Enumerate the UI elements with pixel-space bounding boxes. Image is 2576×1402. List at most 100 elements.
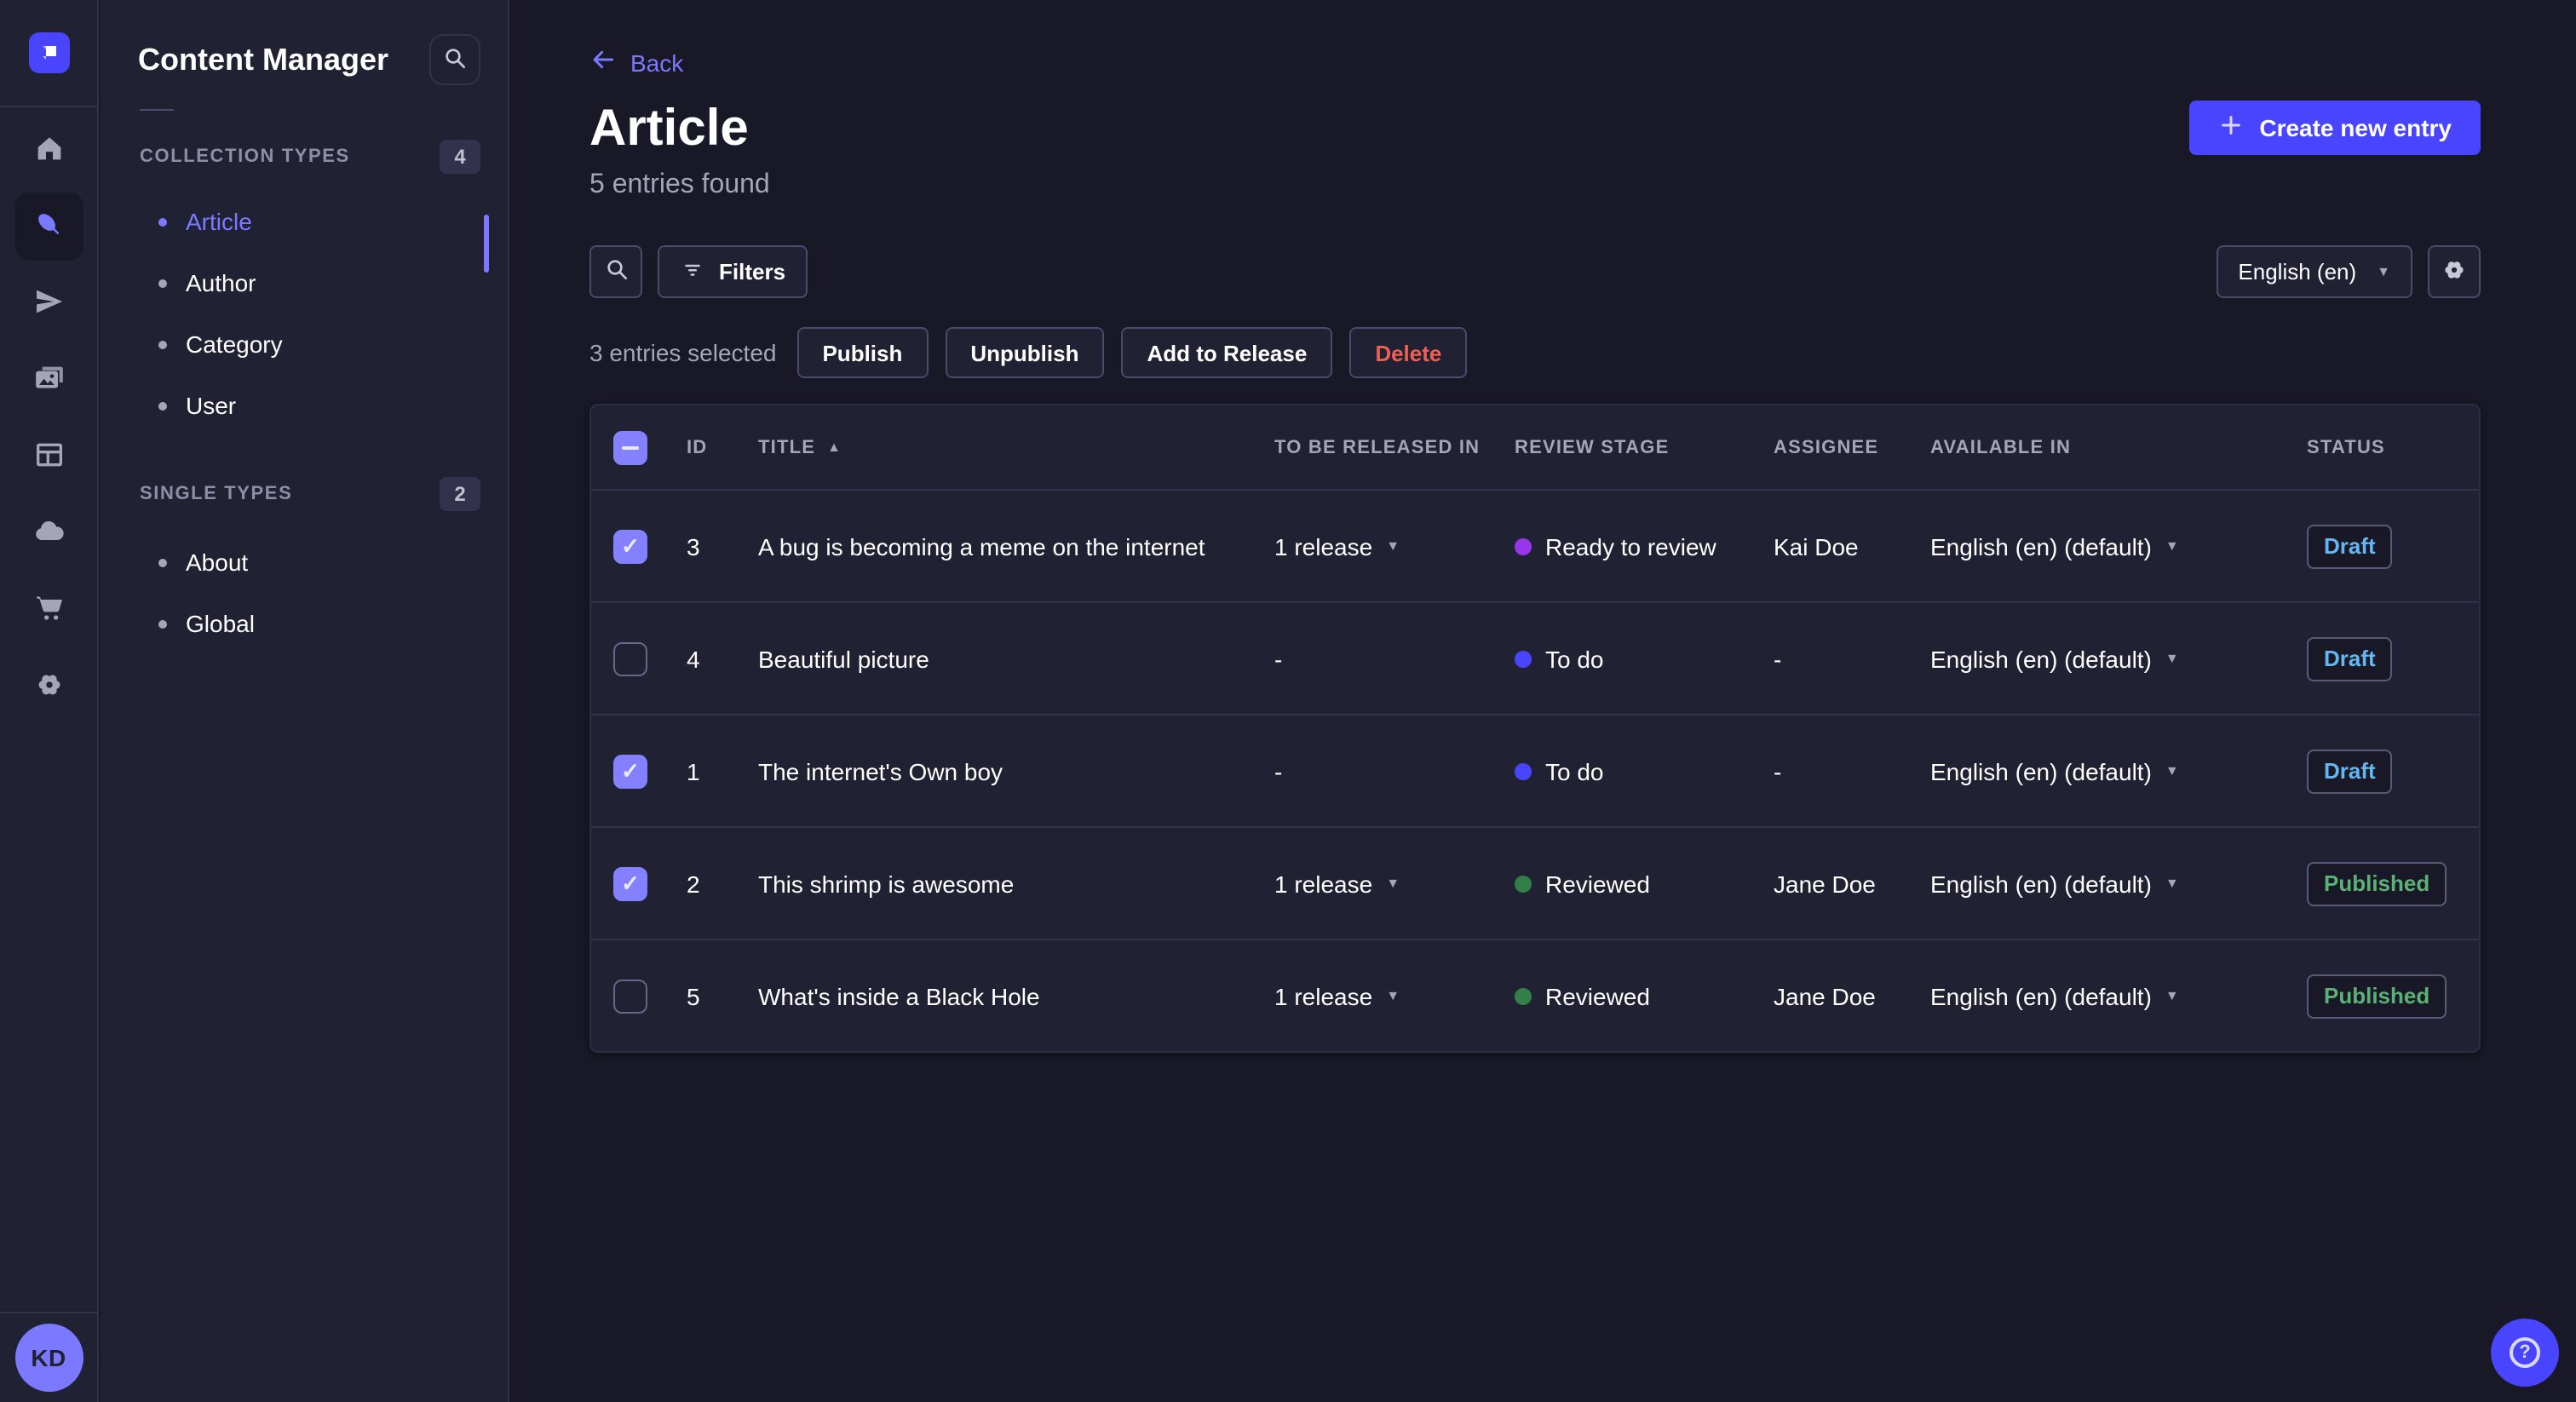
column-header-assignee[interactable]: ASSIGNEE (1774, 437, 1930, 457)
main-content: Back Article Create new entry 5 entries … (509, 0, 2576, 1402)
main-nav-rail: KD (0, 0, 99, 1402)
chevron-down-icon: ▼ (2165, 875, 2179, 890)
bullet-icon (158, 217, 167, 226)
row-checkbox[interactable] (613, 866, 647, 900)
subnav-item-category[interactable]: Category (101, 313, 508, 375)
subnav-item-article[interactable]: Article (101, 191, 508, 252)
assignee-cell: Jane Doe (1774, 982, 1876, 1009)
column-header-to-be-released-in[interactable]: TO BE RELEASED IN (1274, 437, 1515, 457)
subnav-item-author[interactable]: Author (101, 252, 508, 313)
rail-item-content-manager[interactable] (14, 192, 83, 261)
release-cell[interactable]: 1 release ▼ (1274, 532, 1515, 560)
column-header-id[interactable]: ID (687, 437, 758, 457)
table-row[interactable]: 3 A bug is becoming a meme on the intern… (591, 489, 2479, 601)
column-header-status[interactable]: STATUS (2307, 437, 2479, 457)
subnav-item-label: Article (186, 208, 252, 235)
review-stage-cell: Reviewed (1515, 982, 1774, 1009)
delete-button[interactable]: Delete (1349, 327, 1468, 378)
search-button[interactable] (589, 245, 642, 298)
rail-item-settings[interactable] (14, 652, 83, 721)
add-to-release-button[interactable]: Add to Release (1121, 327, 1333, 378)
title-cell: A bug is becoming a meme on the internet (758, 532, 1205, 560)
bullet-icon (158, 619, 167, 628)
subnav-item-about[interactable]: About (101, 531, 508, 593)
table-row[interactable]: 4 Beautiful picture -▼ To do - English (… (591, 601, 2479, 714)
table-row[interactable]: 1 The internet's Own boy -▼ To do - Engl… (591, 714, 2479, 826)
release-cell[interactable]: -▼ (1274, 645, 1515, 672)
gear-icon (32, 667, 66, 706)
cloud-icon (32, 514, 66, 553)
feather-pen-icon (32, 207, 66, 246)
review-stage-dot (1515, 987, 1532, 1004)
shopping-cart-icon (32, 590, 66, 629)
table-row[interactable]: 5 What's inside a Black Hole 1 release ▼ … (591, 939, 2479, 1051)
create-new-entry-button[interactable]: Create new entry (2189, 101, 2481, 155)
status-badge: Draft (2307, 749, 2393, 793)
id-cell: 1 (687, 757, 700, 784)
locale-select[interactable]: English (en) ▼ (2216, 245, 2412, 298)
bullet-icon (158, 401, 167, 410)
home-icon (32, 130, 66, 170)
plus-icon (2218, 112, 2244, 143)
subnav-search-button[interactable] (429, 34, 480, 85)
rail-item-content-type-builder[interactable] (14, 422, 83, 491)
release-cell[interactable]: -▼ (1274, 757, 1515, 784)
row-checkbox[interactable] (613, 641, 647, 675)
release-cell[interactable]: 1 release ▼ (1274, 982, 1515, 1009)
help-button[interactable]: ? (2491, 1319, 2559, 1387)
rail-item-releases[interactable] (14, 269, 83, 337)
subnav-item-label: Author (186, 269, 256, 296)
collection-types-count-badge: 4 (440, 140, 480, 174)
rail-footer: KD (0, 1312, 97, 1402)
release-cell[interactable]: 1 release ▼ (1274, 870, 1515, 897)
subnav-scrollbar-thumb[interactable] (484, 215, 489, 273)
title-cell: This shrimp is awesome (758, 870, 1015, 897)
back-link[interactable]: Back (589, 46, 683, 78)
logo-area (0, 0, 97, 107)
locale-cell[interactable]: English (en) (default) ▼ (1930, 982, 2307, 1009)
locale-cell[interactable]: English (en) (default) ▼ (1930, 757, 2307, 784)
column-header-review-stage[interactable]: REVIEW STAGE (1515, 437, 1774, 457)
rail-item-marketplace[interactable] (14, 576, 83, 644)
review-stage-cell: To do (1515, 645, 1774, 672)
assignee-cell: - (1774, 645, 1782, 672)
strapi-logo[interactable] (28, 32, 69, 73)
subnav-item-label: User (186, 392, 237, 419)
selection-summary: 3 entries selected (589, 339, 777, 366)
subnav-item-global[interactable]: Global (101, 593, 508, 654)
column-header-available-in[interactable]: AVAILABLE IN (1930, 437, 2307, 457)
id-cell: 3 (687, 532, 700, 560)
assignee-cell: Jane Doe (1774, 870, 1876, 897)
release-caret: ▼ (1386, 987, 1400, 1003)
column-header-title[interactable]: TITLE ▲ (758, 437, 1274, 457)
rail-item-home[interactable] (14, 116, 83, 184)
locale-cell[interactable]: English (en) (default) ▼ (1930, 532, 2307, 560)
locale-cell[interactable]: English (en) (default) ▼ (1930, 645, 2307, 672)
filter-lines-icon (680, 256, 705, 287)
chevron-down-icon: ▼ (2165, 987, 2179, 1003)
images-icon (32, 360, 66, 399)
subnav-item-user[interactable]: User (101, 375, 508, 436)
view-settings-button[interactable] (2428, 245, 2481, 298)
subnav-item-label: Global (186, 610, 255, 637)
publish-button[interactable]: Publish (796, 327, 929, 378)
layout-panel-icon (32, 437, 66, 476)
review-stage-dot (1515, 762, 1532, 779)
row-checkbox[interactable] (613, 529, 647, 563)
row-checkbox[interactable] (613, 979, 647, 1013)
select-all-checkbox[interactable] (613, 430, 647, 464)
rail-item-deploy[interactable] (14, 499, 83, 567)
review-stage-cell: Reviewed (1515, 870, 1774, 897)
rail-item-media-library[interactable] (14, 346, 83, 414)
review-stage-cell: To do (1515, 757, 1774, 784)
table-row[interactable]: 2 This shrimp is awesome 1 release▼ Revi… (591, 826, 2479, 939)
filters-button[interactable]: Filters (658, 245, 808, 298)
paper-plane-icon (32, 284, 66, 323)
section-label: COLLECTION TYPES (140, 147, 350, 167)
title-cell: Beautiful picture (758, 645, 929, 672)
review-stage-dot (1515, 875, 1532, 892)
unpublish-button[interactable]: Unpublish (945, 327, 1105, 378)
user-avatar[interactable]: KD (14, 1324, 83, 1392)
locale-cell[interactable]: English (en) (default) ▼ (1930, 870, 2307, 897)
row-checkbox[interactable] (613, 754, 647, 788)
